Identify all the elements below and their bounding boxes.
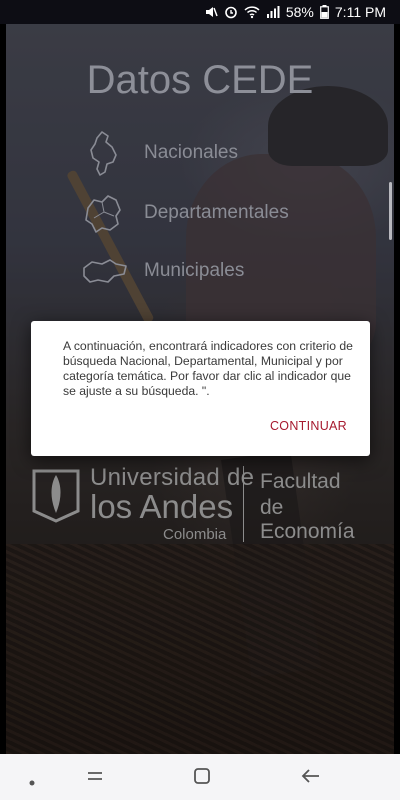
scrollbar-thumb[interactable] xyxy=(389,182,392,240)
menu-item-nacionales[interactable]: Nacionales xyxy=(80,128,238,178)
dialog-message: A continuación, encontrará indicadores c… xyxy=(63,339,353,398)
battery-icon xyxy=(319,5,329,19)
clock: 7:11 PM xyxy=(334,4,386,20)
app-title: Datos CEDE xyxy=(86,58,314,102)
menu-item-label: Municipales xyxy=(144,260,245,281)
menu-item-departamentales[interactable]: Departamentales xyxy=(80,188,289,238)
logo-divider xyxy=(243,466,244,542)
info-dialog: A continuación, encontrará indicadores c… xyxy=(31,321,370,456)
logo-university-line3: Colombia xyxy=(163,526,227,543)
menu-item-municipales[interactable]: Municipales xyxy=(80,246,244,296)
status-bar: 58% 7:11 PM xyxy=(0,0,400,24)
department-map-icon xyxy=(85,195,121,233)
university-logo: Universidad de los Andes Colombia Facult… xyxy=(30,460,380,545)
recent-apps-icon[interactable] xyxy=(85,766,105,791)
signal-icon xyxy=(266,5,280,19)
uniandes-emblem-icon xyxy=(32,469,80,523)
home-icon[interactable] xyxy=(192,766,212,791)
logo-university-line2: los Andes xyxy=(90,488,234,525)
wifi-icon xyxy=(244,5,260,19)
municipality-map-icon xyxy=(83,259,127,283)
colombia-map-icon xyxy=(90,131,117,176)
menu-item-label: Departamentales xyxy=(144,202,289,223)
mute-icon xyxy=(204,5,218,19)
back-icon[interactable] xyxy=(300,766,322,791)
continuar-button[interactable]: CONTINUAR xyxy=(270,419,347,433)
system-nav-bar xyxy=(0,754,400,800)
alarm-icon xyxy=(224,5,238,19)
battery-percent: 58% xyxy=(285,4,314,20)
menu-item-label: Nacionales xyxy=(144,142,238,163)
logo-faculty-line2: de Economía xyxy=(260,496,355,543)
dot-icon[interactable] xyxy=(28,774,36,792)
logo-faculty-line1: Facultad xyxy=(260,470,341,493)
